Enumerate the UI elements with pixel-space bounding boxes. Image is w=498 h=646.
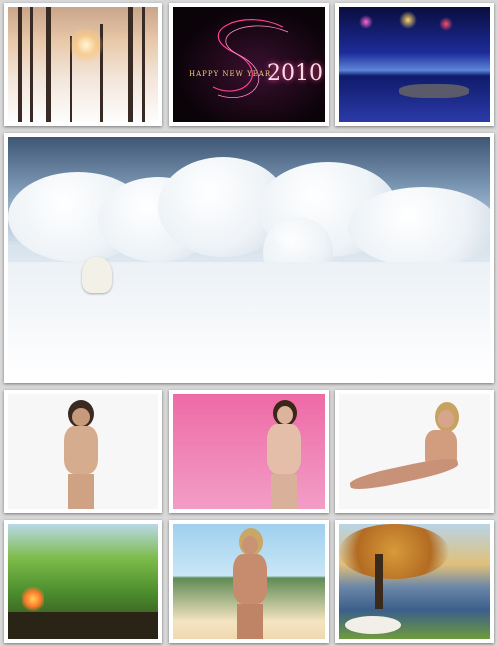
polar-bear-image (8, 137, 490, 379)
winter-forest-image (8, 7, 158, 122)
model-sitting-image (339, 394, 490, 509)
new-year-image: HAPPY NEW YEAR 2010 (173, 7, 325, 122)
new-year-greeting: HAPPY NEW YEAR (189, 70, 272, 78)
thumbnail-fireworks-lake[interactable] (335, 3, 494, 126)
new-year-year: 2010 (267, 61, 323, 86)
autumn-tree-image (339, 524, 490, 639)
thumbnail-model-white[interactable] (4, 390, 162, 513)
thumbnail-polar-bear[interactable] (4, 133, 494, 383)
fireworks-lake-image (339, 7, 490, 122)
thumbnail-model-sitting[interactable] (335, 390, 494, 513)
model-beach-image (173, 524, 325, 639)
thumbnail-winter-forest[interactable] (4, 3, 162, 126)
thumbnail-model-pink[interactable] (169, 390, 329, 513)
thumbnail-autumn-tree[interactable] (335, 520, 494, 643)
thumbnail-forest-campfire[interactable] (4, 520, 162, 643)
forest-campfire-image (8, 524, 158, 639)
thumbnail-model-beach[interactable] (169, 520, 329, 643)
model-white-image (8, 394, 158, 509)
thumbnail-new-year[interactable]: HAPPY NEW YEAR 2010 (169, 3, 329, 126)
model-pink-image (173, 394, 325, 509)
